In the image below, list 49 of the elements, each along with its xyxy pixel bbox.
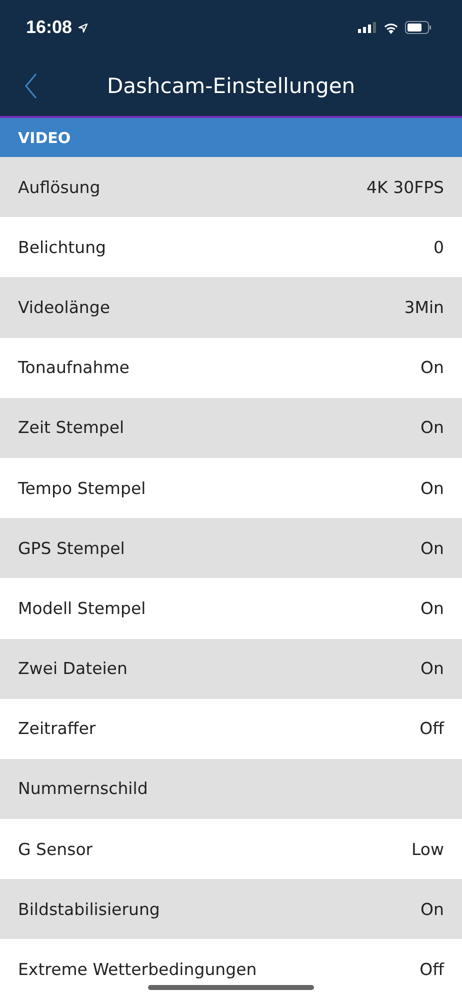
- battery-icon: [405, 21, 432, 34]
- setting-label: Zwei Dateien: [18, 659, 128, 678]
- location-arrow-icon: [78, 22, 88, 32]
- setting-value: On: [420, 418, 444, 438]
- setting-label: Nummernschild: [18, 779, 148, 798]
- setting-label: Extreme Wetterbedingungen: [18, 960, 257, 980]
- settings-row[interactable]: Extreme Wetterbedingungen Off: [0, 939, 462, 1000]
- settings-row[interactable]: Belichtung 0: [0, 217, 462, 278]
- setting-value: Off: [420, 960, 444, 980]
- setting-value: On: [420, 478, 444, 498]
- setting-value: Low: [412, 840, 444, 859]
- screen-title: Dashcam-Einstellungen: [106, 74, 356, 98]
- setting-label: G Sensor: [18, 840, 93, 859]
- settings-row[interactable]: Nummernschild: [0, 758, 462, 820]
- setting-label: GPS Stempel: [18, 538, 125, 558]
- settings-row[interactable]: Zwei Dateien On: [0, 638, 462, 699]
- settings-row[interactable]: Tonaufnahme On: [0, 338, 462, 398]
- settings-row[interactable]: Bildstabilisierung On: [0, 879, 462, 940]
- setting-value: On: [420, 900, 444, 919]
- setting-label: Bildstabilisierung: [18, 900, 160, 919]
- section-title: VIDEO: [18, 128, 71, 146]
- back-chevron-icon: [24, 73, 38, 99]
- settings-row[interactable]: Zeitraffer Off: [0, 698, 462, 759]
- setting-label: Belichtung: [18, 238, 106, 257]
- setting-value: On: [420, 598, 444, 618]
- setting-label: Auflösung: [18, 178, 100, 197]
- status-time: 16:08: [26, 17, 72, 38]
- settings-row[interactable]: Tempo Stempel On: [0, 458, 462, 518]
- setting-label: Zeitraffer: [18, 719, 96, 738]
- settings-row[interactable]: GPS Stempel On: [0, 518, 462, 578]
- setting-value: Off: [420, 719, 444, 738]
- settings-row[interactable]: Videolänge 3Min: [0, 277, 462, 338]
- setting-value: 0: [434, 238, 444, 257]
- setting-label: Modell Stempel: [18, 598, 146, 618]
- setting-label: Tempo Stempel: [18, 478, 146, 498]
- setting-label: Videolänge: [18, 298, 110, 317]
- setting-value: 4K 30FPS: [366, 178, 444, 197]
- setting-value: 3Min: [404, 298, 444, 317]
- wifi-icon: [383, 22, 399, 34]
- settings-row[interactable]: Modell Stempel On: [0, 578, 462, 638]
- setting-value: On: [420, 538, 444, 558]
- setting-label: Zeit Stempel: [18, 418, 124, 438]
- setting-value: On: [420, 358, 444, 378]
- signal-icon: [358, 22, 377, 33]
- settings-row[interactable]: Zeit Stempel On: [0, 398, 462, 458]
- setting-label: Tonaufnahme: [18, 358, 130, 378]
- setting-value: On: [420, 659, 444, 678]
- settings-row[interactable]: Auflösung 4K 30FPS: [0, 157, 462, 218]
- settings-row[interactable]: G Sensor Low: [0, 819, 462, 880]
